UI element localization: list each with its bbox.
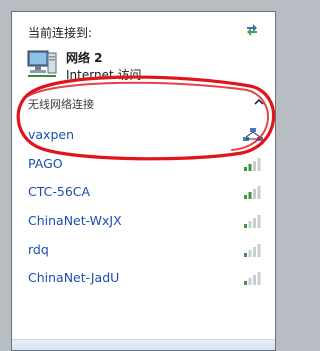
network-computer-icon: [27, 50, 57, 77]
wifi-list: vaxpen PAGO CTC-56CA ChinaNet-WxJX rdq C…: [26, 123, 264, 295]
signal-bars-icon: [244, 157, 261, 171]
network-flyout-panel: 当前连接到: 网络 2 Internet 访问 无线网络连接 vaxpen PA…: [11, 11, 276, 351]
current-connection-header: 当前连接到:: [28, 26, 93, 40]
signal-bars-icon: [244, 243, 261, 257]
wireless-section-header[interactable]: 无线网络连接: [26, 95, 264, 113]
wifi-name: vaxpen: [28, 127, 75, 142]
wifi-name: rdq: [28, 241, 49, 257]
current-connection: 网络 2 Internet 访问: [26, 47, 266, 87]
wifi-item-chinanet-wxjx[interactable]: ChinaNet-WxJX: [26, 209, 264, 238]
chevron-up-icon[interactable]: [254, 98, 264, 106]
wifi-name: PAGO: [28, 155, 63, 171]
wifi-item-vaxpen[interactable]: vaxpen: [26, 123, 264, 152]
wifi-name: ChinaNet-JadU: [28, 270, 120, 286]
wifi-item-ctc-56ca[interactable]: CTC-56CA: [26, 180, 264, 209]
wireless-section-label: 无线网络连接: [28, 98, 94, 111]
adhoc-network-icon: [243, 128, 263, 141]
wifi-item-rdq[interactable]: rdq: [26, 238, 264, 267]
current-network-access: Internet 访问: [66, 68, 142, 82]
signal-bars-icon: [244, 215, 261, 229]
wifi-name: ChinaNet-WxJX: [28, 213, 122, 229]
panel-footer: [12, 339, 275, 350]
signal-bars-icon: [244, 186, 261, 200]
refresh-icon[interactable]: [243, 21, 261, 39]
wifi-item-pago[interactable]: PAGO: [26, 152, 264, 181]
current-network-name: 网络 2: [66, 51, 103, 65]
wifi-item-chinanet-jadu[interactable]: ChinaNet-JadU: [26, 266, 264, 295]
signal-bars-icon: [244, 272, 261, 286]
wifi-name: CTC-56CA: [28, 184, 91, 200]
